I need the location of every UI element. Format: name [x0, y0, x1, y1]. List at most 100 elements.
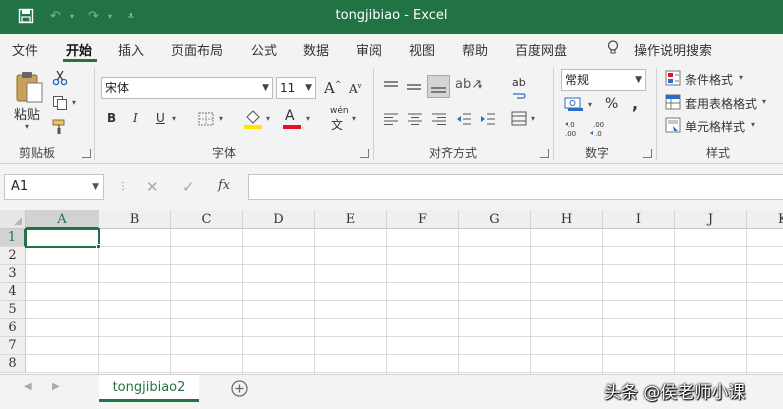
- font-color-dropdown-icon[interactable]: ▾: [306, 114, 310, 123]
- menu-data[interactable]: 数据: [303, 40, 329, 59]
- column-header-h[interactable]: H: [531, 210, 603, 229]
- phonetic-dropdown-icon[interactable]: ▾: [352, 114, 356, 123]
- paste-dropdown-icon[interactable]: ▾: [25, 122, 29, 131]
- row-header-2[interactable]: 2: [0, 247, 26, 265]
- conditional-format-button[interactable]: 条件格式: [685, 71, 733, 88]
- row-header-4[interactable]: 4: [0, 283, 26, 301]
- orientation-dropdown-icon[interactable]: ▾: [478, 82, 482, 91]
- row-header-5[interactable]: 5: [0, 301, 26, 319]
- menu-view[interactable]: 视图: [409, 40, 435, 59]
- font-color-button[interactable]: A: [285, 108, 295, 124]
- font-size-select[interactable]: 11 ▼: [276, 77, 316, 99]
- cell-styles-button[interactable]: 单元格样式: [685, 118, 745, 135]
- cancel-icon[interactable]: ✕: [146, 178, 159, 196]
- row-header-8[interactable]: 8: [0, 355, 26, 373]
- name-box[interactable]: A1 ▼: [4, 174, 104, 200]
- menu-formulas[interactable]: 公式: [251, 40, 277, 59]
- format-as-table-icon[interactable]: [665, 94, 681, 113]
- conditional-format-icon[interactable]: [665, 70, 681, 89]
- number-launcher-icon[interactable]: [643, 149, 652, 158]
- menu-page-layout[interactable]: 页面布局: [171, 40, 223, 59]
- conditional-format-dropdown-icon[interactable]: ▾: [739, 73, 743, 82]
- cell-styles-dropdown-icon[interactable]: ▾: [751, 120, 755, 129]
- column-header-g[interactable]: G: [459, 210, 531, 229]
- merge-dropdown-icon[interactable]: ▾: [531, 114, 535, 123]
- fill-color-icon[interactable]: [243, 109, 263, 132]
- formula-bar-grip-icon: ⋮: [118, 181, 128, 192]
- column-header-d[interactable]: D: [243, 210, 315, 229]
- align-top-icon[interactable]: [383, 80, 399, 97]
- column-header-j[interactable]: J: [675, 210, 747, 229]
- format-painter-icon[interactable]: [52, 119, 68, 138]
- accounting-dropdown-icon[interactable]: ▾: [588, 100, 592, 109]
- menu-review[interactable]: 审阅: [356, 40, 382, 59]
- font-launcher-icon[interactable]: [360, 149, 369, 158]
- insert-function-icon[interactable]: fx: [218, 178, 230, 193]
- cell-styles-icon[interactable]: [665, 117, 681, 136]
- decrease-indent-icon[interactable]: [456, 112, 472, 129]
- new-sheet-icon[interactable]: [231, 380, 248, 400]
- grow-font-icon: A: [324, 79, 335, 97]
- cut-icon[interactable]: [52, 70, 68, 89]
- paste-button[interactable]: 粘贴: [14, 104, 40, 123]
- formula-input[interactable]: [248, 174, 783, 200]
- align-left-icon[interactable]: [383, 112, 399, 129]
- column-header-c[interactable]: C: [171, 210, 243, 229]
- sheet-tab-tongjibiao2[interactable]: tongjibiao2: [99, 375, 199, 402]
- column-header-k[interactable]: K: [747, 210, 783, 229]
- comma-style-button[interactable]: ,: [632, 94, 638, 113]
- spreadsheet-grid[interactable]: A B C D E F G H I J K 1 2 3 4 5 6 7 8: [0, 210, 783, 374]
- underline-dropdown-icon[interactable]: ▾: [172, 114, 176, 123]
- shrink-font-button[interactable]: Av: [349, 82, 362, 96]
- accounting-format-icon[interactable]: [564, 96, 584, 115]
- menu-file[interactable]: 文件: [12, 40, 38, 59]
- wrap-text-icon[interactable]: ab: [512, 76, 526, 89]
- menu-baidu-pan[interactable]: 百度网盘: [515, 40, 567, 59]
- paste-icon[interactable]: [14, 70, 44, 107]
- column-header-f[interactable]: F: [387, 210, 459, 229]
- scroll-tabs-right-icon[interactable]: ▶: [52, 381, 60, 392]
- merge-center-icon[interactable]: [511, 111, 527, 129]
- phonetic-button[interactable]: wén: [330, 106, 349, 116]
- increase-indent-icon[interactable]: [480, 112, 496, 129]
- align-center-icon[interactable]: [407, 112, 423, 129]
- border-icon[interactable]: [198, 112, 214, 129]
- active-cell-a1[interactable]: [25, 228, 100, 248]
- row-header-7[interactable]: 7: [0, 337, 26, 355]
- format-as-table-button[interactable]: 套用表格格式: [685, 95, 757, 112]
- menu-home[interactable]: 开始: [66, 40, 92, 59]
- underline-button[interactable]: U: [156, 111, 165, 125]
- menu-insert[interactable]: 插入: [118, 40, 144, 59]
- font-name-select[interactable]: 宋体 ▼: [101, 77, 273, 99]
- scroll-tabs-left-icon[interactable]: ◀: [24, 381, 32, 392]
- fill-handle[interactable]: [96, 244, 101, 249]
- copy-icon[interactable]: [52, 95, 68, 114]
- format-as-table-dropdown-icon[interactable]: ▾: [762, 97, 766, 106]
- copy-dropdown-icon[interactable]: ▾: [72, 98, 76, 107]
- column-header-i[interactable]: I: [603, 210, 675, 229]
- increase-decimal-icon[interactable]: .0.00: [564, 120, 586, 141]
- column-header-a[interactable]: A: [26, 210, 99, 229]
- align-right-icon[interactable]: [431, 112, 447, 129]
- clipboard-launcher-icon[interactable]: [82, 149, 91, 158]
- column-header-e[interactable]: E: [315, 210, 387, 229]
- grow-font-button[interactable]: A^: [324, 79, 342, 97]
- percent-style-button[interactable]: %: [605, 96, 618, 112]
- italic-button[interactable]: I: [133, 111, 138, 125]
- row-header-3[interactable]: 3: [0, 265, 26, 283]
- align-bottom-icon[interactable]: [427, 75, 450, 98]
- select-all-corner[interactable]: [0, 210, 26, 229]
- bold-button[interactable]: B: [107, 111, 116, 125]
- fill-color-dropdown-icon[interactable]: ▾: [266, 114, 270, 123]
- number-format-select[interactable]: 常规 ▼: [561, 69, 646, 91]
- column-header-b[interactable]: B: [99, 210, 171, 229]
- row-header-1[interactable]: 1: [0, 229, 26, 247]
- row-header-6[interactable]: 6: [0, 319, 26, 337]
- align-middle-icon[interactable]: [406, 80, 422, 97]
- enter-icon[interactable]: ✓: [182, 178, 195, 196]
- decrease-decimal-icon[interactable]: .00.0: [589, 120, 611, 141]
- tell-me-search[interactable]: 操作说明搜索: [634, 40, 712, 59]
- border-dropdown-icon[interactable]: ▾: [219, 114, 223, 123]
- alignment-launcher-icon[interactable]: [540, 149, 549, 158]
- menu-help[interactable]: 帮助: [462, 40, 488, 59]
